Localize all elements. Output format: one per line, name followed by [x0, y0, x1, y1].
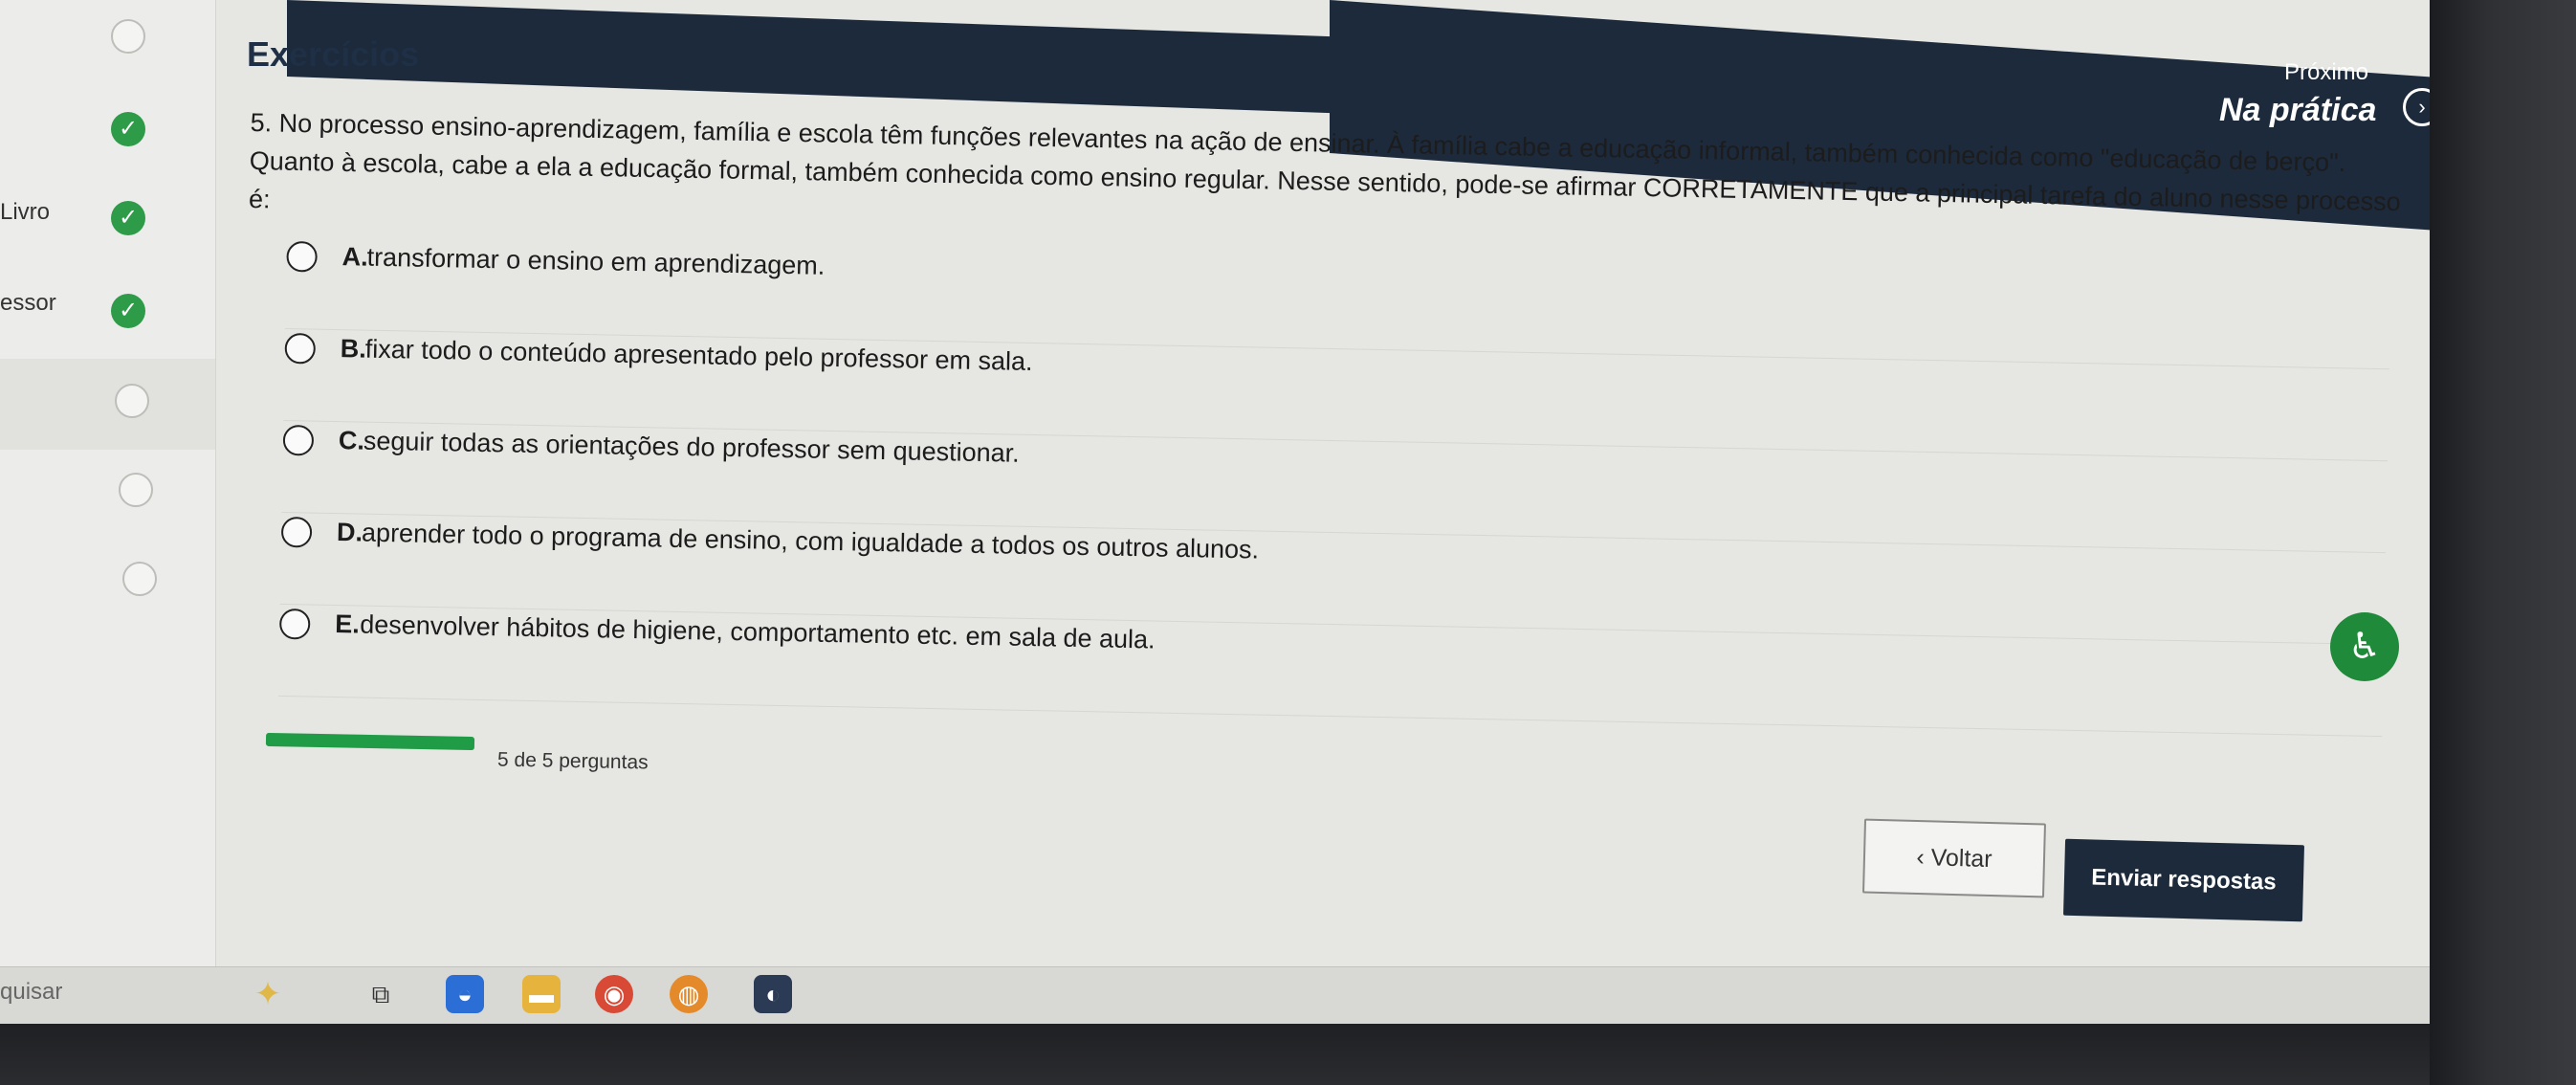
option-text: seguir todas as orientações do professor…: [363, 426, 1020, 468]
taskbar-search[interactable]: quisar: [0, 979, 62, 1006]
back-label: Voltar: [1930, 844, 1993, 874]
sidebar: ✓ Livro ✓ essor ✓: [0, 0, 216, 966]
sidebar-item-6[interactable]: [0, 450, 215, 541]
monitor-screen: ✓ Livro ✓ essor ✓ Exercícios Próximo Na …: [0, 0, 2430, 1024]
sparkle-icon[interactable]: ✦: [249, 975, 287, 1013]
radio-button[interactable]: [280, 516, 313, 548]
sidebar-item-professor[interactable]: essor ✓: [0, 273, 215, 364]
option-text: fixar todo o conteúdo apresentado pelo p…: [364, 334, 1033, 376]
sidebar-item-label: Livro: [0, 199, 51, 225]
radio-button[interactable]: [286, 240, 318, 273]
sidebar-item-2[interactable]: ✓: [0, 91, 215, 182]
next-label[interactable]: Próximo: [2284, 59, 2368, 86]
header-bar-left: [287, 0, 1339, 114]
folder-icon[interactable]: ▬: [522, 975, 561, 1013]
taskbar: quisar ✦ ⧉ ◒ ▬ ◉ ◍ ◐: [0, 966, 2430, 1024]
sidebar-item-exercicios[interactable]: [0, 359, 215, 450]
option-letter: D.: [336, 518, 363, 547]
check-icon: ✓: [111, 112, 145, 146]
options-list: A. transformar o ensino em aprendizagem.…: [277, 237, 2391, 738]
back-button[interactable]: ‹ Voltar: [1862, 818, 2046, 898]
sidebar-item-label: essor: [0, 290, 56, 316]
chevron-left-icon: ‹: [1916, 843, 1926, 872]
radio-button[interactable]: [278, 608, 311, 640]
progress-bar: [265, 732, 475, 751]
accessibility-icon[interactable]: ♿: [2330, 612, 2399, 681]
app-icon[interactable]: ◐: [754, 975, 792, 1013]
option-letter: E.: [334, 609, 361, 639]
check-icon: ✓: [111, 294, 145, 328]
chrome-icon[interactable]: ◉: [595, 975, 633, 1013]
status-empty-icon: [111, 19, 145, 54]
radio-button[interactable]: [282, 424, 315, 456]
edge-icon[interactable]: ◒: [446, 975, 484, 1013]
status-empty-icon: [119, 473, 153, 507]
progress-fill: [265, 732, 475, 751]
check-icon: ✓: [111, 201, 145, 235]
status-empty-icon: [122, 562, 157, 596]
sidebar-item-livro[interactable]: Livro ✓: [0, 182, 215, 273]
monitor-bezel-right: [2430, 0, 2576, 1085]
progress-text: 5 de 5 perguntas: [496, 748, 649, 774]
submit-answers-button[interactable]: Enviar respostas: [2062, 838, 2305, 922]
next-lesson-link[interactable]: Na prática: [2219, 92, 2376, 129]
page-title: Exercícios: [247, 34, 420, 74]
option-letter: A.: [341, 242, 368, 272]
monitor-bezel-bottom: [0, 1024, 2430, 1085]
firefox-icon[interactable]: ◍: [670, 975, 708, 1013]
radio-button[interactable]: [284, 332, 317, 365]
option-text: transformar o ensino em aprendizagem.: [366, 242, 826, 280]
task-view-icon[interactable]: ⧉: [362, 975, 400, 1013]
sidebar-item-7[interactable]: [0, 541, 215, 631]
option-letter: C.: [338, 426, 365, 455]
sidebar-item-1[interactable]: [0, 0, 215, 91]
option-letter: B.: [340, 334, 367, 364]
status-empty-icon: [115, 384, 149, 418]
